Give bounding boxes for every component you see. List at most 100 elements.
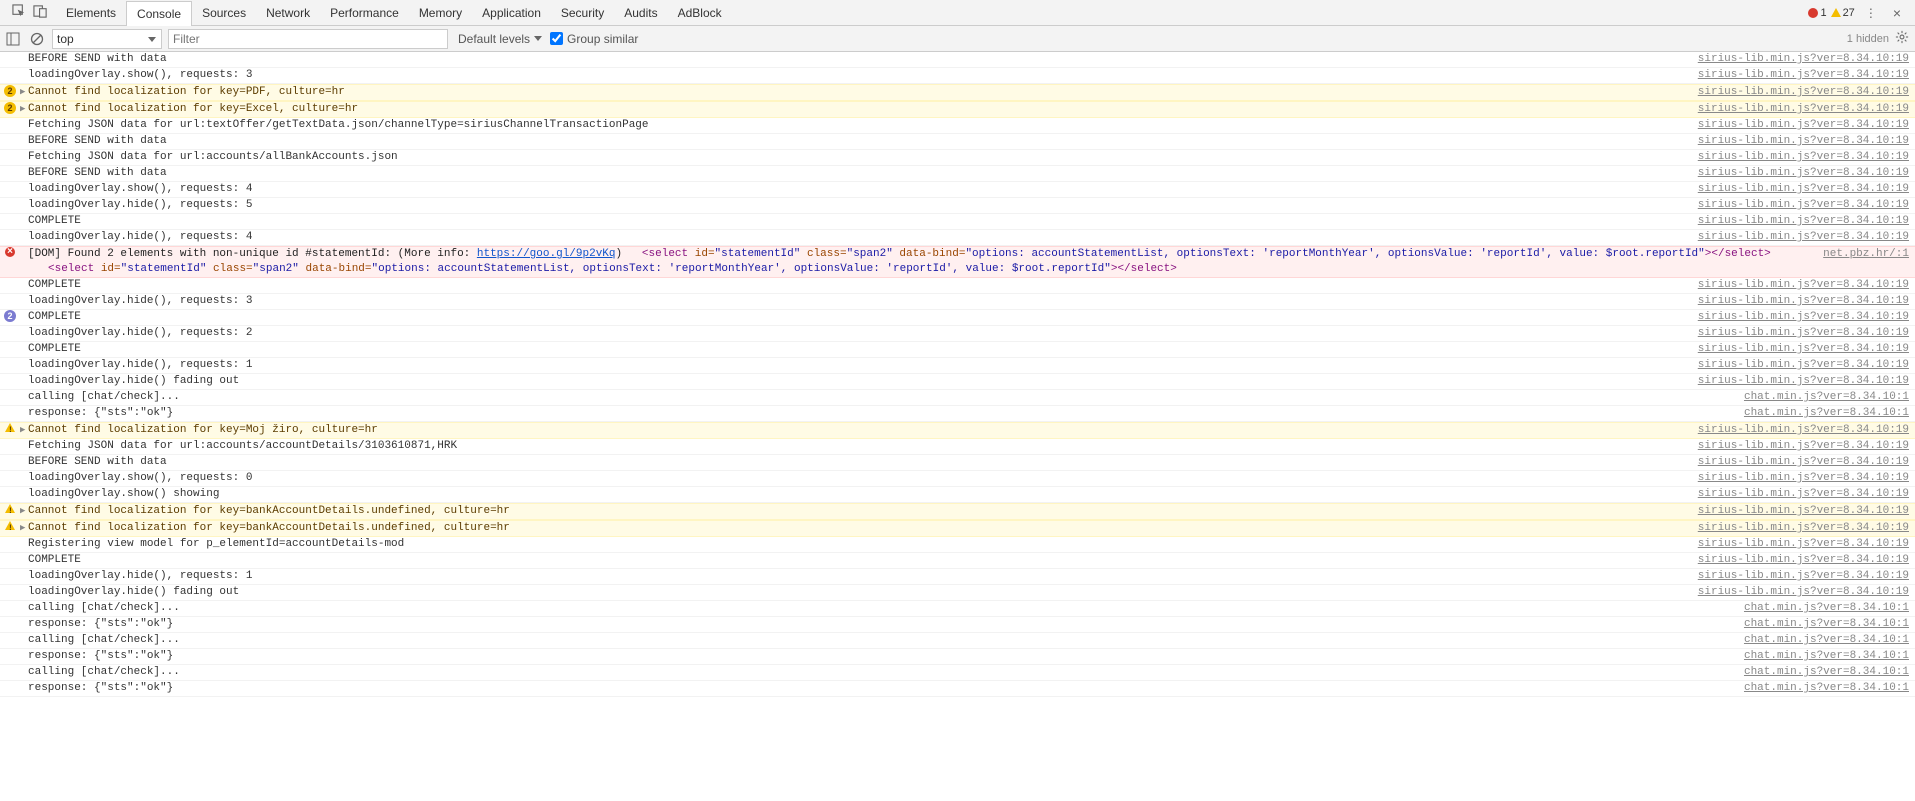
source-link[interactable]: sirius-lib.min.js?ver=8.34.10:19 xyxy=(1698,374,1915,389)
log-message: Cannot find localization for key=PDF, cu… xyxy=(28,85,1698,100)
source-link[interactable]: sirius-lib.min.js?ver=8.34.10:19 xyxy=(1698,214,1915,229)
log-message: Fetching JSON data for url:textOffer/get… xyxy=(28,118,1698,133)
error-icon xyxy=(1808,8,1818,18)
log-row: BEFORE SEND with datasirius-lib.min.js?v… xyxy=(0,455,1915,471)
source-link[interactable]: sirius-lib.min.js?ver=8.34.10:19 xyxy=(1698,198,1915,213)
log-row: loadingOverlay.hide(), requests: 4sirius… xyxy=(0,230,1915,246)
context-select[interactable]: top xyxy=(52,29,162,49)
source-link[interactable]: sirius-lib.min.js?ver=8.34.10:19 xyxy=(1698,118,1915,133)
expand-arrow-icon[interactable]: ▶ xyxy=(20,521,28,536)
log-row: loadingOverlay.hide(), requests: 1sirius… xyxy=(0,569,1915,585)
source-link[interactable]: sirius-lib.min.js?ver=8.34.10:19 xyxy=(1698,310,1915,325)
source-link[interactable]: sirius-lib.min.js?ver=8.34.10:19 xyxy=(1698,230,1915,245)
source-link[interactable]: sirius-lib.min.js?ver=8.34.10:19 xyxy=(1698,294,1915,309)
expand-arrow-icon[interactable]: ▶ xyxy=(20,504,28,519)
tab-application[interactable]: Application xyxy=(472,1,551,25)
close-icon[interactable]: × xyxy=(1887,5,1907,21)
group-similar-checkbox[interactable]: Group similar xyxy=(550,32,638,46)
tab-network[interactable]: Network xyxy=(256,1,320,25)
device-toggle-icon[interactable] xyxy=(33,4,48,22)
error-icon xyxy=(5,247,15,257)
log-row: response: {"sts":"ok"}chat.min.js?ver=8.… xyxy=(0,649,1915,665)
log-row: 2▶Cannot find localization for key=Excel… xyxy=(0,101,1915,118)
log-message: loadingOverlay.hide(), requests: 4 xyxy=(28,230,1698,245)
filter-input[interactable] xyxy=(168,29,448,49)
source-link[interactable]: sirius-lib.min.js?ver=8.34.10:19 xyxy=(1698,487,1915,502)
log-row: [DOM] Found 2 elements with non-unique i… xyxy=(0,246,1915,278)
hidden-count[interactable]: 1 hidden xyxy=(1847,33,1889,45)
source-link[interactable]: sirius-lib.min.js?ver=8.34.10:19 xyxy=(1698,423,1915,438)
warning-icon xyxy=(5,504,15,513)
tab-adblock[interactable]: AdBlock xyxy=(668,1,732,25)
warning-count[interactable]: 27 xyxy=(1831,7,1855,19)
source-link[interactable]: sirius-lib.min.js?ver=8.34.10:19 xyxy=(1698,455,1915,470)
tab-security[interactable]: Security xyxy=(551,1,614,25)
expand-arrow-icon[interactable]: ▶ xyxy=(20,102,28,117)
devtools-tabs: ElementsConsoleSourcesNetworkPerformance… xyxy=(0,0,1915,26)
source-link[interactable]: sirius-lib.min.js?ver=8.34.10:19 xyxy=(1698,166,1915,181)
log-level-select[interactable]: Default levels xyxy=(454,29,544,49)
log-message: loadingOverlay.show(), requests: 4 xyxy=(28,182,1698,197)
source-link[interactable]: sirius-lib.min.js?ver=8.34.10:19 xyxy=(1698,439,1915,454)
expand-arrow-icon[interactable]: ▶ xyxy=(20,85,28,100)
source-link[interactable]: sirius-lib.min.js?ver=8.34.10:19 xyxy=(1698,278,1915,293)
source-link[interactable]: chat.min.js?ver=8.34.10:1 xyxy=(1744,665,1915,680)
log-message: Cannot find localization for key=bankAcc… xyxy=(28,521,1698,536)
source-link[interactable]: sirius-lib.min.js?ver=8.34.10:19 xyxy=(1698,358,1915,373)
source-link[interactable]: sirius-lib.min.js?ver=8.34.10:19 xyxy=(1698,85,1915,100)
toggle-sidebar-icon[interactable] xyxy=(4,30,22,48)
source-link[interactable]: sirius-lib.min.js?ver=8.34.10:19 xyxy=(1698,471,1915,486)
log-message: loadingOverlay.hide(), requests: 1 xyxy=(28,569,1698,584)
source-link[interactable]: chat.min.js?ver=8.34.10:1 xyxy=(1744,633,1915,648)
log-message: loadingOverlay.show() showing xyxy=(28,487,1698,502)
log-row: Fetching JSON data for url:accounts/acco… xyxy=(0,439,1915,455)
log-row: calling [chat/check]...chat.min.js?ver=8… xyxy=(0,633,1915,649)
clear-console-icon[interactable] xyxy=(28,30,46,48)
source-link[interactable]: sirius-lib.min.js?ver=8.34.10:19 xyxy=(1698,569,1915,584)
source-link[interactable]: chat.min.js?ver=8.34.10:1 xyxy=(1744,406,1915,421)
tab-elements[interactable]: Elements xyxy=(56,1,126,25)
source-link[interactable]: sirius-lib.min.js?ver=8.34.10:19 xyxy=(1698,553,1915,568)
source-link[interactable]: sirius-lib.min.js?ver=8.34.10:19 xyxy=(1698,68,1915,83)
more-info-link[interactable]: https://goo.gl/9p2vKq xyxy=(477,248,616,260)
source-link[interactable]: sirius-lib.min.js?ver=8.34.10:19 xyxy=(1698,134,1915,149)
source-link[interactable]: net.pbz.hr/:1 xyxy=(1823,247,1915,262)
source-link[interactable]: chat.min.js?ver=8.34.10:1 xyxy=(1744,617,1915,632)
source-link[interactable]: chat.min.js?ver=8.34.10:1 xyxy=(1744,601,1915,616)
source-link[interactable]: sirius-lib.min.js?ver=8.34.10:19 xyxy=(1698,150,1915,165)
error-count[interactable]: 1 xyxy=(1808,7,1826,19)
source-link[interactable]: sirius-lib.min.js?ver=8.34.10:19 xyxy=(1698,504,1915,519)
log-row: BEFORE SEND with datasirius-lib.min.js?v… xyxy=(0,52,1915,68)
inspect-icon[interactable] xyxy=(12,4,27,22)
log-row: BEFORE SEND with datasirius-lib.min.js?v… xyxy=(0,134,1915,150)
tab-performance[interactable]: Performance xyxy=(320,1,409,25)
source-link[interactable]: sirius-lib.min.js?ver=8.34.10:19 xyxy=(1698,52,1915,67)
log-message: COMPLETE xyxy=(28,342,1698,357)
source-link[interactable]: sirius-lib.min.js?ver=8.34.10:19 xyxy=(1698,585,1915,600)
log-row: BEFORE SEND with datasirius-lib.min.js?v… xyxy=(0,166,1915,182)
tab-sources[interactable]: Sources xyxy=(192,1,256,25)
log-message: calling [chat/check]... xyxy=(28,601,1744,616)
settings-icon[interactable] xyxy=(1895,30,1909,47)
source-link[interactable]: chat.min.js?ver=8.34.10:1 xyxy=(1744,649,1915,664)
log-row: COMPLETEsirius-lib.min.js?ver=8.34.10:19 xyxy=(0,214,1915,230)
source-link[interactable]: sirius-lib.min.js?ver=8.34.10:19 xyxy=(1698,537,1915,552)
log-row: response: {"sts":"ok"}chat.min.js?ver=8.… xyxy=(0,617,1915,633)
source-link[interactable]: chat.min.js?ver=8.34.10:1 xyxy=(1744,390,1915,405)
kebab-menu-icon[interactable]: ⋮ xyxy=(1859,6,1883,20)
tab-console[interactable]: Console xyxy=(126,1,192,26)
tab-memory[interactable]: Memory xyxy=(409,1,472,25)
tab-audits[interactable]: Audits xyxy=(614,1,667,25)
warning-icon xyxy=(5,423,15,432)
source-link[interactable]: sirius-lib.min.js?ver=8.34.10:19 xyxy=(1698,342,1915,357)
console-log: BEFORE SEND with datasirius-lib.min.js?v… xyxy=(0,52,1915,697)
source-link[interactable]: sirius-lib.min.js?ver=8.34.10:19 xyxy=(1698,182,1915,197)
count-badge: 2 xyxy=(4,102,16,114)
log-message: Registering view model for p_elementId=a… xyxy=(28,537,1698,552)
source-link[interactable]: sirius-lib.min.js?ver=8.34.10:19 xyxy=(1698,326,1915,341)
source-link[interactable]: sirius-lib.min.js?ver=8.34.10:19 xyxy=(1698,102,1915,117)
expand-arrow-icon[interactable]: ▶ xyxy=(20,423,28,438)
source-link[interactable]: chat.min.js?ver=8.34.10:1 xyxy=(1744,681,1915,696)
source-link[interactable]: sirius-lib.min.js?ver=8.34.10:19 xyxy=(1698,521,1915,536)
log-message: BEFORE SEND with data xyxy=(28,52,1698,67)
